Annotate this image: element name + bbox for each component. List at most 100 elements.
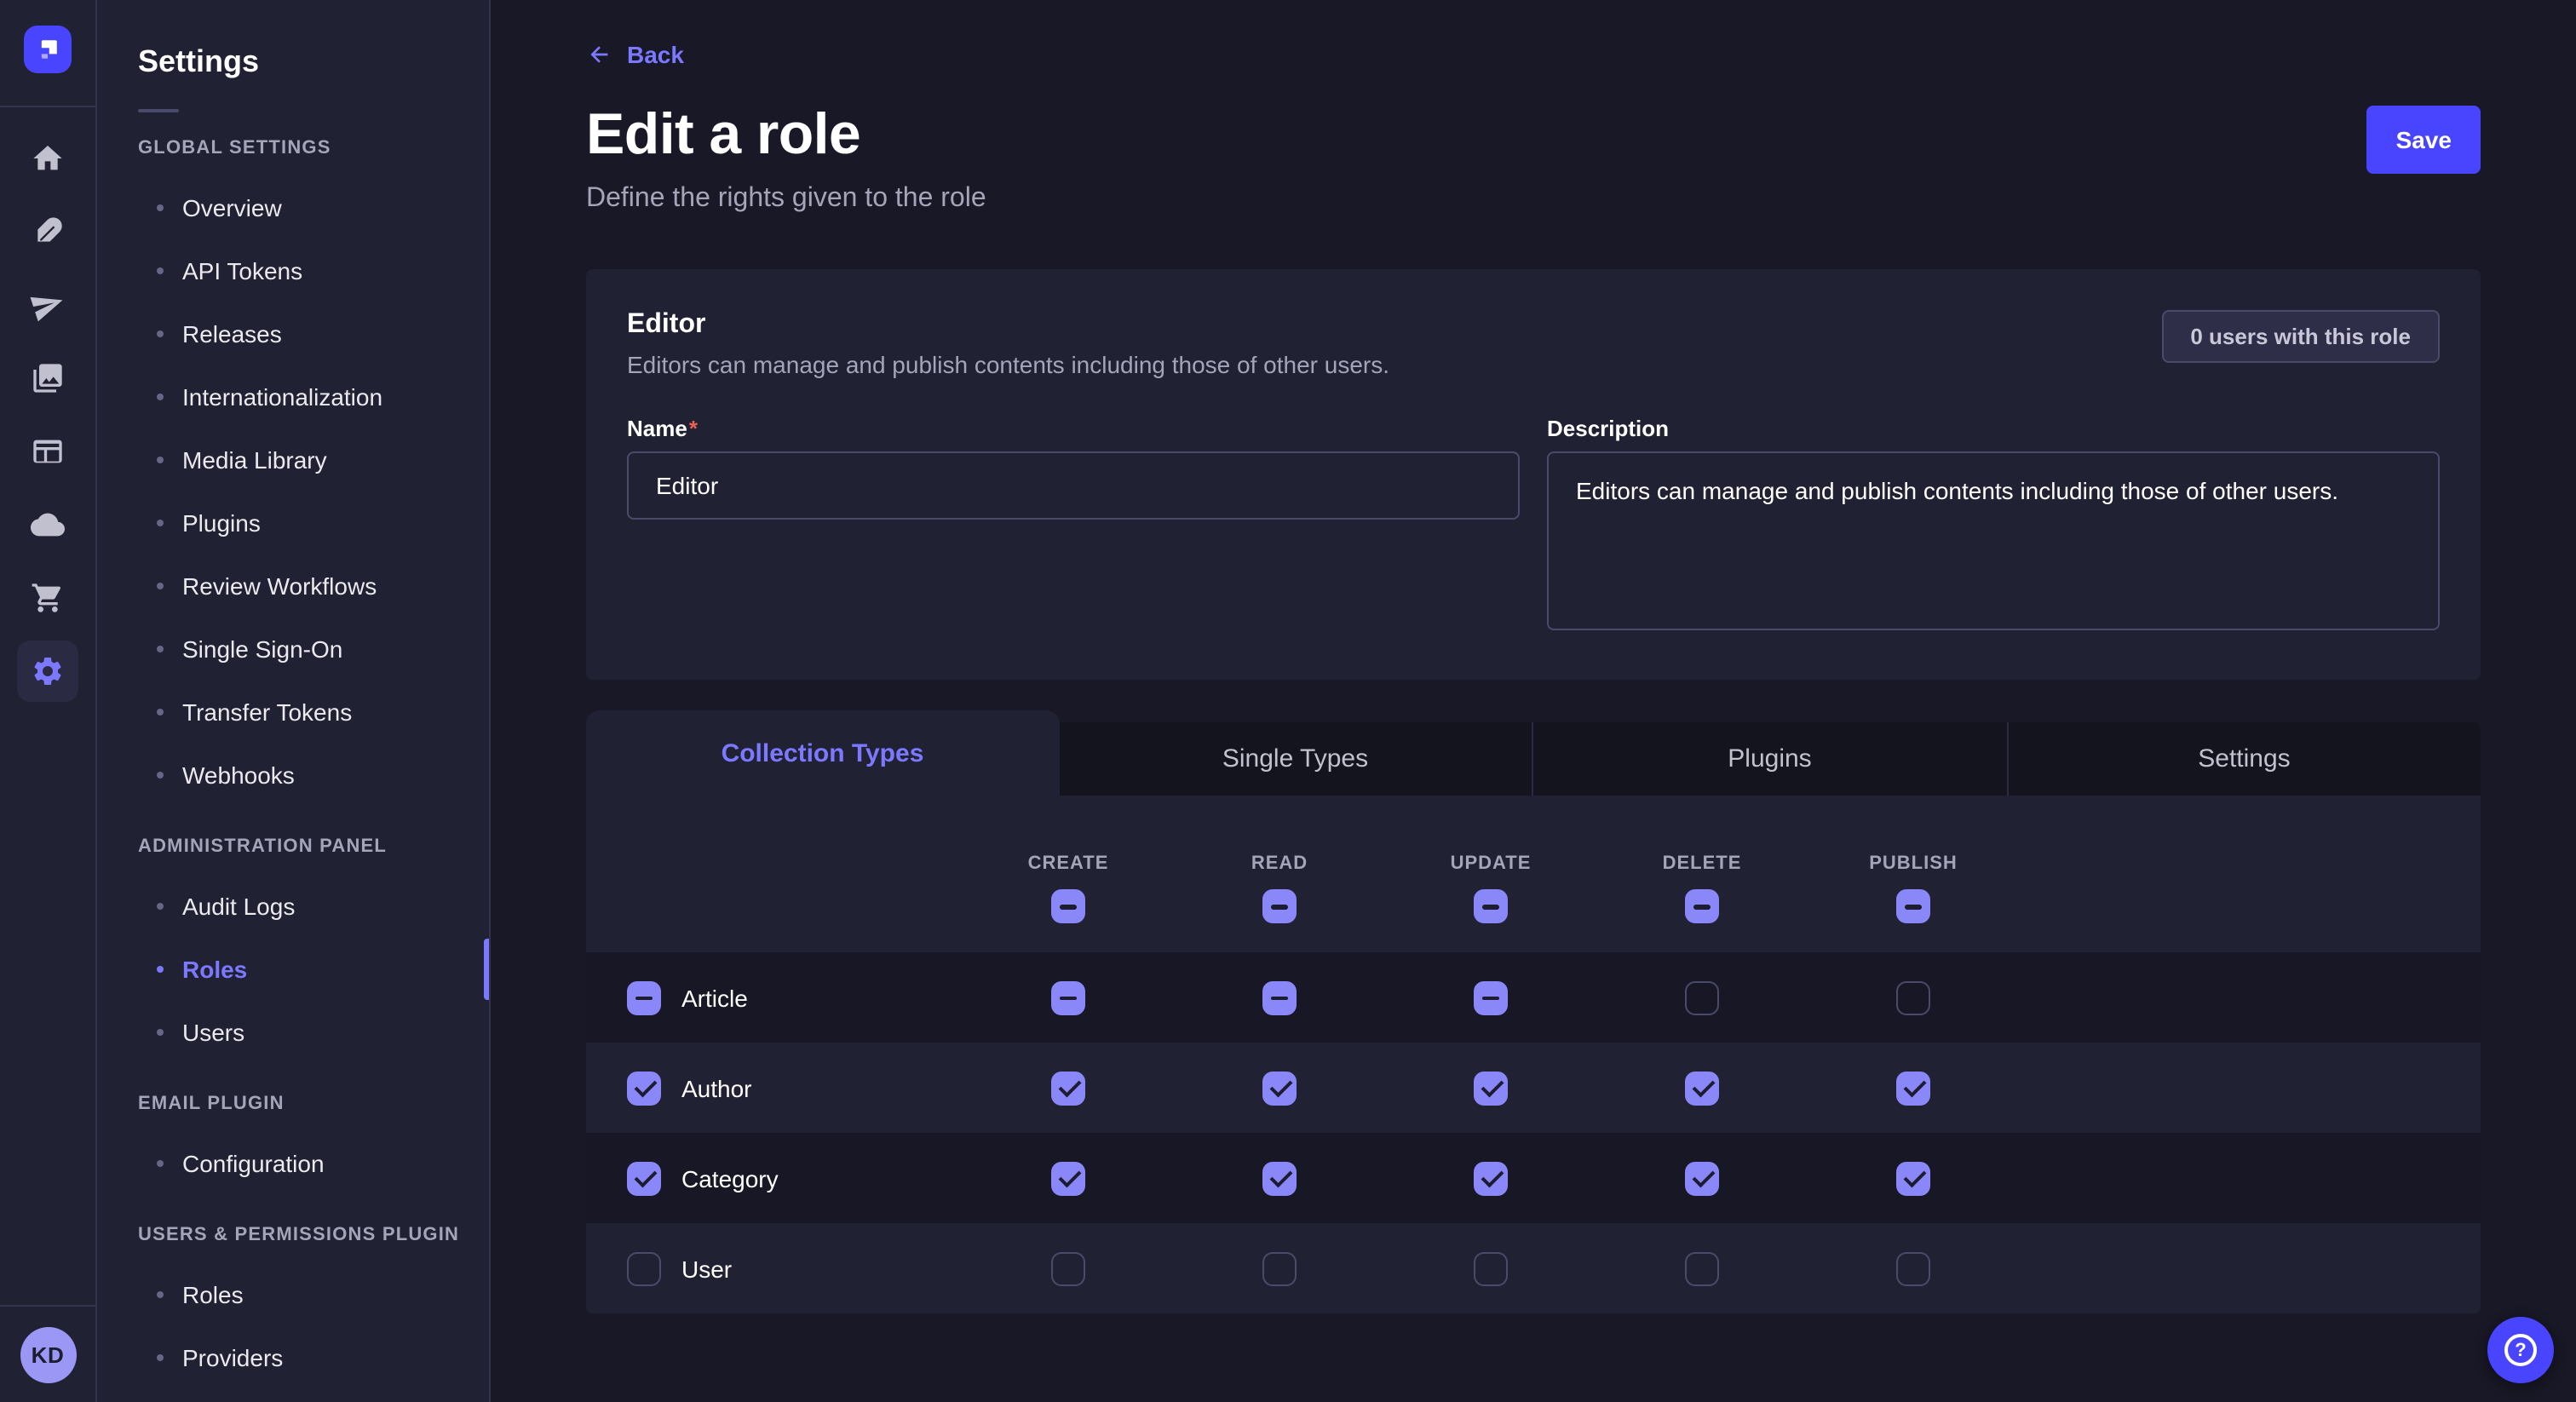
bullet-icon — [157, 267, 164, 273]
page-subtitle: Define the rights given to the role — [586, 184, 986, 215]
question-mark-icon: ? — [2504, 1334, 2537, 1366]
home-icon[interactable] — [17, 128, 78, 189]
bullet-icon — [157, 645, 164, 652]
user-publish-checkbox[interactable] — [1896, 1251, 1930, 1285]
tab-plugins[interactable]: Plugins — [1532, 722, 2006, 796]
permissions-card: Collection Types Single Types Plugins Se… — [586, 710, 2481, 1313]
settings-sidebar: Settings GLOBAL SETTINGS Overview API To… — [97, 0, 491, 1402]
author-create-checkbox[interactable] — [1051, 1071, 1085, 1105]
user-create-checkbox[interactable] — [1051, 1251, 1085, 1285]
select-all-read-checkbox[interactable] — [1262, 889, 1297, 923]
help-button[interactable]: ? — [2487, 1317, 2554, 1383]
name-input[interactable] — [627, 451, 1520, 520]
row-checkbox-user[interactable] — [627, 1251, 661, 1285]
sidebar-item-configuration[interactable]: Configuration — [97, 1131, 489, 1194]
users-with-role-button[interactable]: 0 users with this role — [2161, 310, 2440, 363]
description-field-group: Description Editors can manage and publi… — [1547, 416, 2440, 639]
category-create-checkbox[interactable] — [1051, 1161, 1085, 1195]
row-checkbox-category[interactable] — [627, 1161, 661, 1195]
role-heading-block: Editor Editors can manage and publish co… — [627, 310, 1389, 378]
back-link[interactable]: Back — [586, 41, 684, 68]
sidebar-title: Settings — [138, 44, 489, 80]
table-row-user: User — [586, 1223, 2481, 1313]
select-all-create-checkbox[interactable] — [1051, 889, 1085, 923]
select-all-delete-checkbox[interactable] — [1685, 889, 1719, 923]
sidebar-item-roles-up[interactable]: Roles — [97, 1262, 489, 1325]
column-label: UPDATE — [1451, 853, 1532, 874]
required-asterisk: * — [689, 416, 698, 441]
article-delete-checkbox[interactable] — [1685, 980, 1719, 1014]
sidebar-item-users[interactable]: Users — [97, 1000, 489, 1063]
back-arrow-icon — [586, 41, 613, 68]
media-library-icon[interactable] — [17, 348, 78, 409]
role-name-heading: Editor — [627, 310, 1389, 341]
cart-icon[interactable] — [17, 567, 78, 629]
tab-collection-types[interactable]: Collection Types — [586, 710, 1059, 796]
bullet-icon — [157, 519, 164, 526]
category-read-checkbox[interactable] — [1262, 1161, 1297, 1195]
user-delete-checkbox[interactable] — [1685, 1251, 1719, 1285]
category-update-checkbox[interactable] — [1474, 1161, 1508, 1195]
tab-single-types[interactable]: Single Types — [1059, 722, 1532, 796]
category-delete-checkbox[interactable] — [1685, 1161, 1719, 1195]
bullet-icon — [157, 330, 164, 336]
sidebar-item-webhooks[interactable]: Webhooks — [97, 743, 489, 806]
sidebar-item-review-workflows[interactable]: Review Workflows — [97, 554, 489, 617]
user-update-checkbox[interactable] — [1474, 1251, 1508, 1285]
row-label: Category — [681, 1164, 779, 1192]
sidebar-item-plugins[interactable]: Plugins — [97, 491, 489, 554]
description-label: Description — [1547, 416, 2440, 441]
article-create-checkbox[interactable] — [1051, 980, 1085, 1014]
select-all-update-checkbox[interactable] — [1474, 889, 1508, 923]
strapi-logo[interactable] — [24, 26, 72, 73]
sidebar-title-divider — [138, 109, 179, 112]
row-checkbox-author[interactable] — [627, 1071, 661, 1105]
layout-icon[interactable] — [17, 421, 78, 482]
article-read-checkbox[interactable] — [1262, 980, 1297, 1014]
cloud-icon[interactable] — [17, 494, 78, 555]
table-row-article: Article — [586, 952, 2481, 1043]
bullet-icon — [157, 708, 164, 715]
sidebar-item-audit-logs[interactable]: Audit Logs — [97, 874, 489, 937]
row-label: Author — [681, 1074, 752, 1101]
paper-plane-icon[interactable] — [17, 274, 78, 336]
sidebar-item-roles-admin[interactable]: Roles — [97, 937, 489, 1000]
user-read-checkbox[interactable] — [1262, 1251, 1297, 1285]
bullet-icon — [157, 1290, 164, 1297]
article-publish-checkbox[interactable] — [1896, 980, 1930, 1014]
sidebar-item-internationalization[interactable]: Internationalization — [97, 365, 489, 428]
sidebar-item-single-sign-on[interactable]: Single Sign-On — [97, 617, 489, 680]
feather-icon[interactable] — [17, 201, 78, 262]
sidebar-item-providers[interactable]: Providers — [97, 1325, 489, 1388]
sidebar-item-transfer-tokens[interactable]: Transfer Tokens — [97, 680, 489, 743]
sidebar-item-overview[interactable]: Overview — [97, 175, 489, 238]
main-content: Back Edit a role Define the rights given… — [491, 0, 2576, 1402]
save-button[interactable]: Save — [2367, 106, 2481, 174]
bullet-icon — [157, 1159, 164, 1166]
description-textarea[interactable]: Editors can manage and publish contents … — [1547, 451, 2440, 630]
author-delete-checkbox[interactable] — [1685, 1071, 1719, 1105]
gear-icon[interactable] — [17, 641, 78, 702]
sidebar-item-api-tokens[interactable]: API Tokens — [97, 238, 489, 302]
select-all-publish-checkbox[interactable] — [1896, 889, 1930, 923]
section-label: GLOBAL SETTINGS — [97, 138, 489, 158]
tab-settings[interactable]: Settings — [2006, 722, 2481, 796]
section-email-plugin: EMAIL PLUGIN Configuration — [97, 1094, 489, 1194]
author-update-checkbox[interactable] — [1474, 1071, 1508, 1105]
sidebar-item-media-library[interactable]: Media Library — [97, 428, 489, 491]
strapi-logo-icon — [32, 34, 63, 65]
bullet-icon — [157, 582, 164, 589]
sidebar-item-releases[interactable]: Releases — [97, 302, 489, 365]
category-publish-checkbox[interactable] — [1896, 1161, 1930, 1195]
section-label: ADMINISTRATION PANEL — [97, 836, 489, 857]
user-avatar[interactable]: KD — [20, 1327, 76, 1383]
article-update-checkbox[interactable] — [1474, 980, 1508, 1014]
author-read-checkbox[interactable] — [1262, 1071, 1297, 1105]
permissions-tabs: Collection Types Single Types Plugins Se… — [586, 710, 2481, 796]
row-checkbox-article[interactable] — [627, 980, 661, 1014]
table-row-category: Category — [586, 1133, 2481, 1223]
author-publish-checkbox[interactable] — [1896, 1071, 1930, 1105]
role-description-text: Editors can manage and publish contents … — [627, 351, 1389, 378]
section-users-permissions-plugin: USERS & PERMISSIONS PLUGIN Roles Provide… — [97, 1225, 489, 1388]
bullet-icon — [157, 902, 164, 909]
